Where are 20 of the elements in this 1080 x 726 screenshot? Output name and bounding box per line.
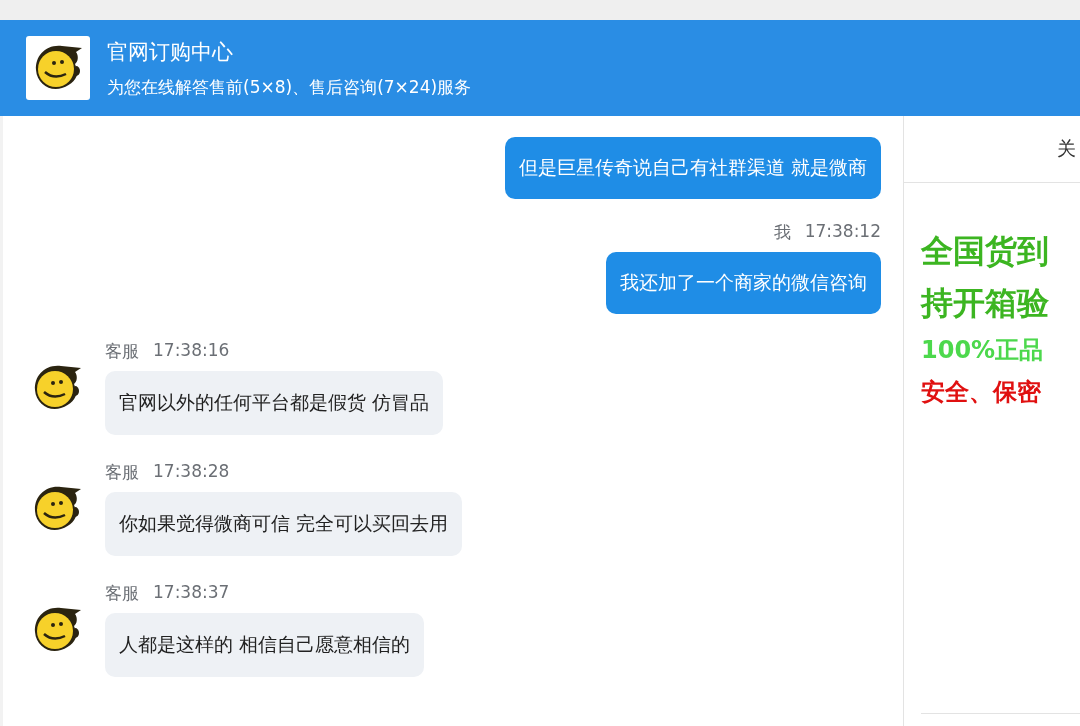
message-time: 17:38:28 bbox=[153, 461, 230, 483]
promo-text: 100%正品 bbox=[921, 335, 1045, 367]
message-time: 17:38:37 bbox=[153, 582, 230, 604]
header-subtitle: 为您在线解答售前(5×8)、售后咨询(7×24)服务 bbox=[107, 75, 472, 99]
message-bubble: 你如果觉得微商可信 完全可以买回去用 bbox=[105, 492, 463, 556]
message-bubble: 但是巨星传奇说自己有社群渠道 就是微商 bbox=[504, 137, 881, 199]
promo-text: 全国货到 bbox=[921, 231, 1050, 272]
promo-text: 安全、保密 bbox=[921, 377, 1042, 409]
message-bubble: 我还加了一个商家的微信咨询 bbox=[606, 252, 881, 314]
sender-name: 客服 bbox=[105, 582, 139, 605]
message-time: 17:38:12 bbox=[804, 221, 881, 243]
sender-name: 客服 bbox=[105, 340, 139, 363]
sender-name: 我 bbox=[773, 221, 791, 244]
promo-text: 持开箱验 bbox=[921, 282, 1050, 324]
message-bubble: 官网以外的任何平台都是假货 仿冒品 bbox=[105, 371, 444, 435]
header-title: 官网订购中心 bbox=[107, 38, 234, 66]
sender-name: 客服 bbox=[105, 461, 139, 484]
panel-tab[interactable]: 关 bbox=[1057, 136, 1076, 162]
message-time: 17:38:16 bbox=[153, 340, 230, 362]
message-bubble: 人都是这样的 相信自己愿意相信的 bbox=[105, 613, 425, 677]
